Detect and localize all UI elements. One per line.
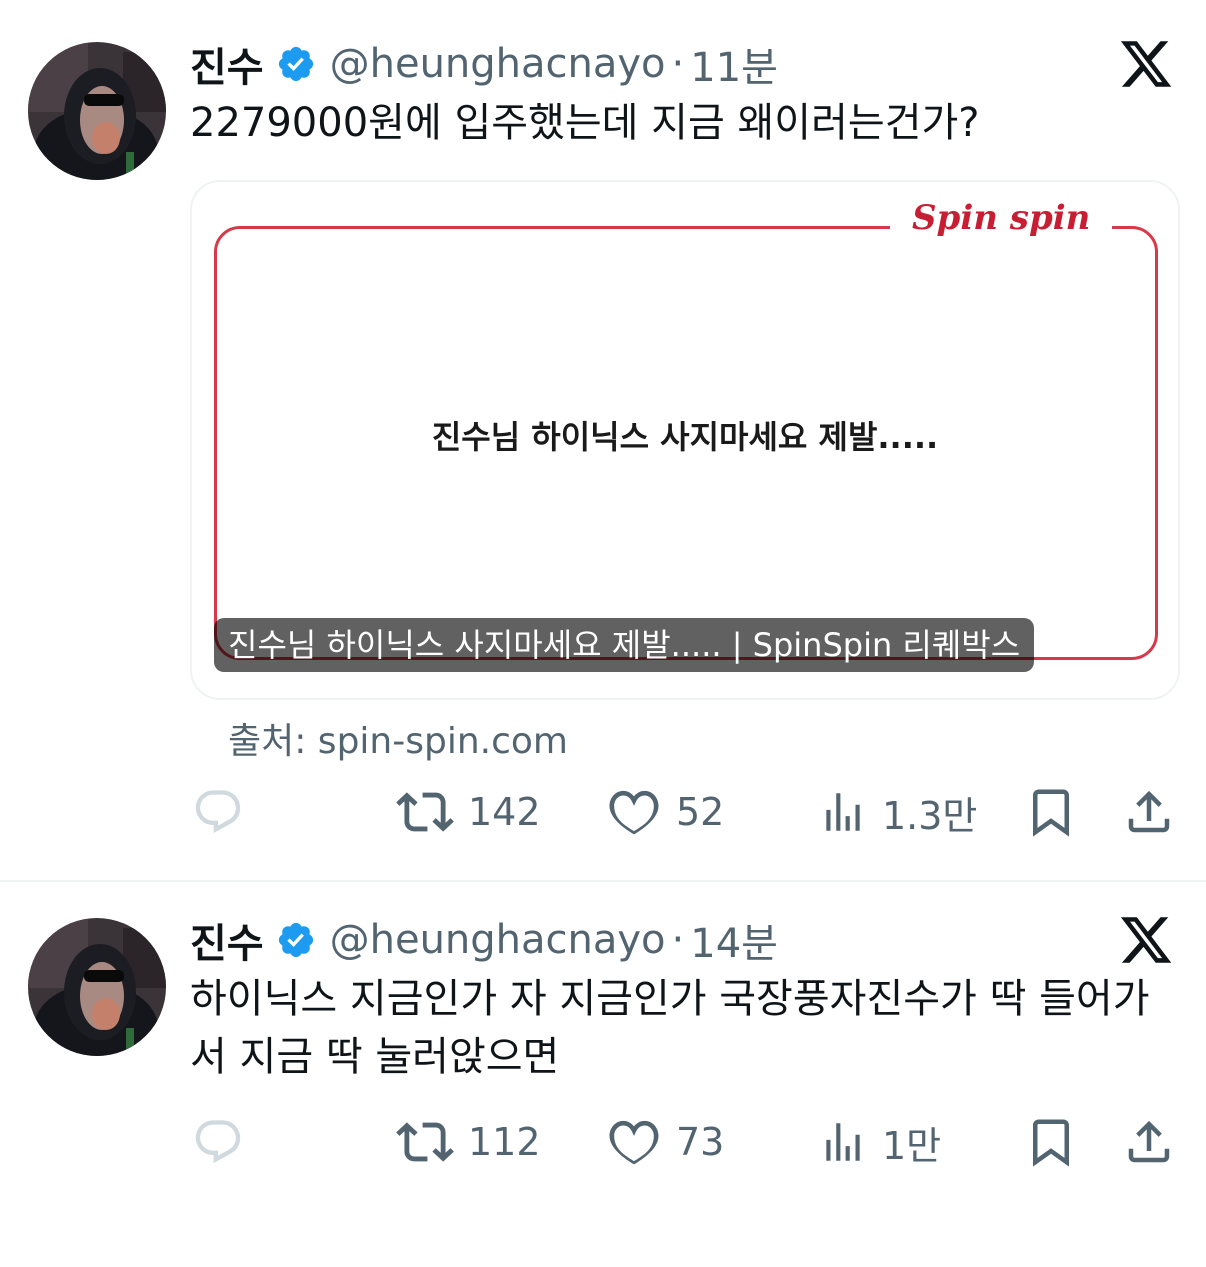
verified-badge-icon [276,920,316,960]
views-icon [826,793,860,831]
verified-badge-icon [276,44,316,84]
share-button[interactable] [1122,1112,1176,1172]
views-count: 1.3만 [882,793,978,838]
card-source-link[interactable]: 출처: spin-spin.com [228,712,568,764]
retweet-button[interactable]: 112 [396,1112,541,1172]
share-icon [1128,790,1170,833]
bookmark-button[interactable] [1024,782,1078,842]
heart-icon [609,790,659,835]
timestamp[interactable]: 14분 [690,911,778,969]
tweet[interactable]: 진수 @heunghacnayo · 11분 2279000원에 입주했는데 지… [0,0,1206,880]
link-card[interactable]: Spin spin 진수님 하이닉스 사지마세요 제발..... 진수님 하이닉… [190,180,1180,700]
bookmark-button[interactable] [1024,1112,1078,1172]
heart-icon [609,1120,659,1165]
avatar[interactable] [28,42,166,180]
display-name[interactable]: 진수 [190,35,264,93]
separator-dot: · [671,41,685,87]
tweet-text: 하이닉스 지금인가 자 지금인가 국장풍자진수가 딱 들어가서 지금 딱 눌러앉… [190,976,1150,1080]
reply-icon [195,1120,241,1164]
like-count: 52 [676,790,725,834]
like-count: 73 [676,1120,725,1164]
action-bar: 112 73 1만 [0,1112,1206,1172]
tweet-header: 진수 @heunghacnayo · 11분 [190,35,778,93]
retweet-count: 142 [468,790,541,834]
reply-button[interactable] [192,782,244,842]
avatar[interactable] [28,918,166,1056]
card-brand-logo: Spin spin [890,198,1113,238]
user-handle[interactable]: @heunghacnayo [330,917,666,963]
avatar-image [28,918,166,1056]
bookmark-icon [1033,1119,1069,1167]
separator-dot: · [671,917,685,963]
like-button[interactable]: 52 [606,782,724,842]
tweet-text: 2279000원에 입주했는데 지금 왜이러는건가? [190,100,980,146]
retweet-count: 112 [468,1120,541,1164]
display-name[interactable]: 진수 [190,911,264,969]
user-handle[interactable]: @heunghacnayo [330,41,666,87]
tweet-header: 진수 @heunghacnayo · 14분 [190,911,778,969]
share-icon [1128,1120,1170,1163]
like-button[interactable]: 73 [606,1112,724,1172]
retweet-icon [396,792,454,832]
reply-icon [195,790,241,834]
x-logo-icon [1118,912,1174,968]
share-button[interactable] [1122,782,1176,842]
timestamp[interactable]: 11분 [690,35,778,93]
action-bar: 142 52 1.3만 [0,782,1206,842]
x-logo-icon [1118,36,1174,92]
card-message: 진수님 하이닉스 사지마세요 제발..... [431,418,939,456]
retweet-button[interactable]: 142 [396,782,541,842]
card-caption[interactable]: 진수님 하이닉스 사지마세요 제발..... | SpinSpin 리퀘박스 [214,618,1035,672]
views-count: 1만 [882,1123,942,1168]
retweet-icon [396,1122,454,1162]
views-button[interactable]: 1.3만 [818,782,977,842]
avatar-image [28,42,166,180]
views-button[interactable]: 1만 [818,1112,941,1172]
tweet[interactable]: 진수 @heunghacnayo · 14분 하이닉스 지금인가 자 지금인가 … [0,882,1206,1267]
views-icon [826,1123,860,1161]
reply-button[interactable] [192,1112,244,1172]
bookmark-icon [1033,789,1069,837]
